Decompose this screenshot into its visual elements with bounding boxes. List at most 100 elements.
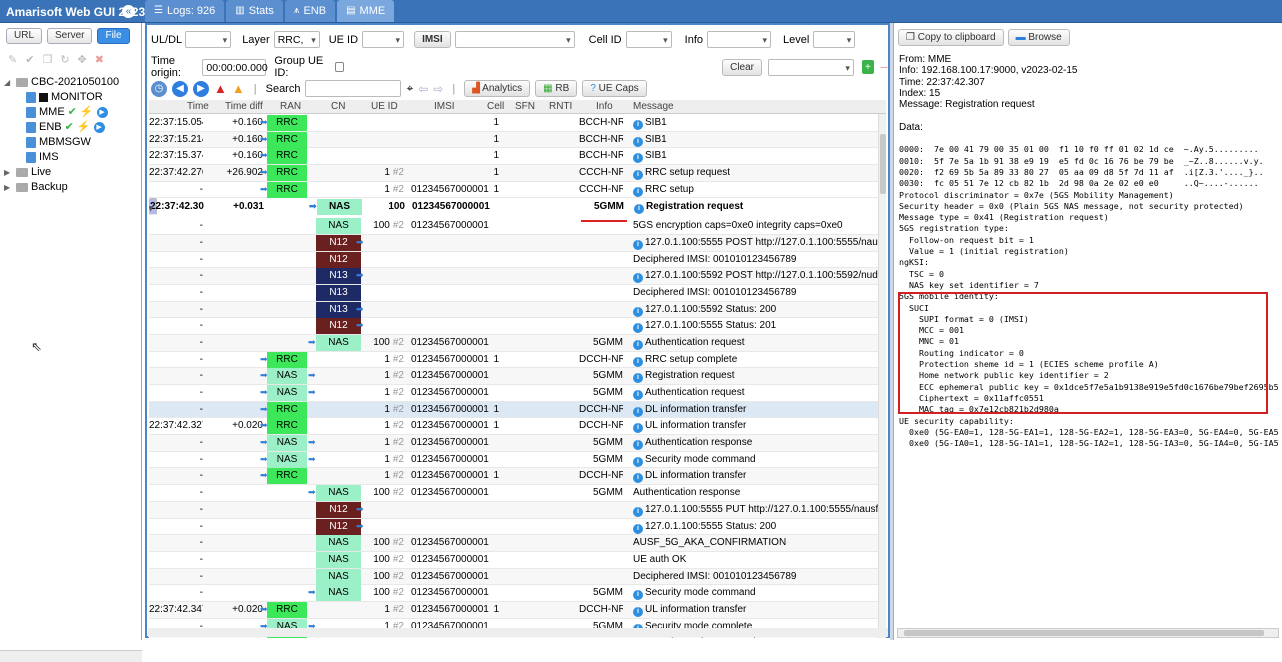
imsi-button[interactable]: IMSI [414,31,451,48]
tab-mme[interactable]: ▤ MME [337,0,395,22]
search-input[interactable] [305,80,402,97]
ueid-select[interactable] [362,31,405,48]
table-row[interactable]: - NAS ➡ 100 #2 01234567000001 5GMM i Security mo… [149,585,886,602]
time-origin-input[interactable]: 00:00:00.000 [202,58,268,76]
table-row[interactable]: - N12 ➡ i 127.0.1.100:5555 PUT http://127.0.… [149,501,886,519]
info-icon[interactable]: i [633,356,643,367]
info-icon[interactable]: i [633,506,643,517]
table-row[interactable]: 22:37:15.054 +0.160 RRC ➡ 1 BCCH-NR i SIB1 [149,115,886,132]
play-icon[interactable]: ▶ [96,107,108,118]
table-row[interactable]: - NAS ➡ ➡ 1 #2 01234567000001 5GMM i Authenticati… [149,385,886,402]
copy-to-clipboard-button[interactable]: ❐ Copy to clipboard [898,29,1004,46]
info-icon[interactable]: i [633,390,643,400]
table-row[interactable]: - NAS 100 #2 01234567000001 AUSF_5G_AKA_CONFI… [149,535,886,552]
binoculars-icon[interactable]: ⌖ [406,81,413,96]
info-icon[interactable]: i [633,523,643,534]
layer-select[interactable]: RRC, [273,31,320,48]
sidebar-scrollbar[interactable] [0,650,142,662]
table-row[interactable]: 22:37:42.307 +0.031 NAS ➡ 100 01234567000001 5… [149,198,743,216]
table-row[interactable]: - NAS 100 #2 01234567000001 5GS encryption ca… [149,218,886,235]
info-icon[interactable]: i [633,323,643,334]
file-button[interactable]: File [97,28,130,44]
error-warning-icon[interactable]: ▲ [214,81,227,96]
table-row[interactable]: - NAS 100 #2 01234567000001 Deciphered IMSI: … [149,568,886,586]
info-icon[interactable]: i [633,273,643,284]
info-select[interactable] [707,31,771,48]
search-prev-icon[interactable]: ⇦ [418,82,428,96]
table-row[interactable]: - N12 ➡ i 127.0.1.100:5555 Status: 200 [149,518,886,536]
collapsed-arrow-icon[interactable]: ▶ [4,180,13,195]
url-button[interactable]: URL [6,28,43,44]
tree-node-ims[interactable]: IMS [4,150,119,165]
info-icon[interactable]: i [633,136,643,147]
tree-node-mme[interactable]: MME ✔ ⚡ ▶ [4,105,119,120]
info-icon[interactable]: i [633,456,643,467]
col-ue-id[interactable]: UE ID [371,101,398,112]
table-row[interactable]: - RRC ➡ 1 #2 01234567000001 1 DCCH-NR i DL inform… [149,468,886,486]
cellid-select[interactable] [625,31,672,48]
table-row[interactable]: - NAS 100 #2 01234567000001 UE auth OK [149,551,886,569]
clock-icon[interactable]: ◷ [151,80,167,97]
refresh-icon[interactable]: ↻ [60,53,69,66]
table-row[interactable]: - NAS ➡ ➡ 1 #2 01234567000001 5GMM i Registration… [149,368,886,385]
expanded-arrow-icon[interactable]: ◢ [4,75,13,90]
info-icon[interactable]: i [633,120,643,130]
imsi-select[interactable] [454,31,575,48]
info-icon[interactable]: i [633,423,643,434]
table-row[interactable]: - NAS ➡ ➡ 1 #2 01234567000001 5GMM i Authenticati… [149,435,886,452]
info-icon[interactable]: i [633,406,643,417]
warning-icon[interactable]: ▲ [232,81,245,96]
server-button[interactable]: Server [47,28,93,44]
table-row[interactable]: 22:37:42.327 +0.020 RRC ➡ 1 #2 01234567000001 1… [149,418,886,436]
info-icon[interactable]: i [633,306,643,317]
analytics-button[interactable]: ▟ Analytics [464,80,531,97]
info-icon[interactable]: i [633,186,643,197]
tree-node-cbc[interactable]: ◢ CBC-2021050100 [4,75,119,90]
col-info[interactable]: Info [596,101,613,112]
table-row[interactable]: - N12 ➡ i 127.0.1.100:5555 Status: 201 [149,318,886,335]
tab-enb[interactable]: ⩚ ENB [284,0,336,22]
table-row[interactable]: - N12 Deciphered IMSI: 001010123456789 [149,251,886,269]
table-row[interactable]: 22:37:15.374 +0.160 RRC ➡ 1 BCCH-NR i SIB1 [149,148,886,166]
info-icon[interactable]: i [633,339,643,350]
col-cn[interactable]: CN [331,101,345,112]
collapsed-arrow-icon[interactable]: ▶ [4,165,13,180]
table-row[interactable]: 22:37:15.214 +0.160 RRC ➡ 1 BCCH-NR i SIB1 [149,131,886,149]
table-row[interactable]: - N12 ➡ i 127.0.1.100:5555 POST http://127.0… [149,234,886,252]
col-sfn[interactable]: SFN [515,101,535,112]
browse-button[interactable]: ▬ Browse [1007,29,1070,46]
info-icon[interactable]: i [633,239,643,250]
scrollbar-thumb[interactable] [904,630,1264,636]
info-icon[interactable]: i [633,170,643,181]
move-icon[interactable]: ✥ [78,53,87,66]
info-icon[interactable]: i [633,473,643,484]
add-icon[interactable]: + [861,60,874,74]
table-scrollbar[interactable] [878,114,886,638]
col-message[interactable]: Message [633,101,674,112]
info-icon[interactable]: i [633,373,643,384]
info-icon[interactable]: i [633,440,643,451]
table-row[interactable]: 22:37:42.276 +26.902 RRC ➡ 1 #2 1 CCCH-NR i RRC s… [149,165,886,182]
table-row[interactable]: - N13 ➡ i 127.0.1.100:5592 Status: 200 [149,301,886,319]
uecaps-button[interactable]: ? UE Caps [582,80,647,97]
col-ran[interactable]: RAN [280,101,301,112]
tree-node-enb[interactable]: ENB ✔ ⚡ ▶ [4,120,119,135]
play-icon[interactable]: ▶ [93,122,105,133]
table-row[interactable]: - RRC ➡ 1 #2 01234567000001 1 DCCH-NR i DL inform… [149,401,886,419]
edit-icon[interactable]: ✎ [8,53,17,66]
info-icon[interactable]: i [633,153,643,164]
remove-icon[interactable]: − [880,59,888,75]
col-time-diff[interactable]: Time diff [225,101,263,112]
preset-select[interactable] [768,58,854,76]
col-imsi[interactable]: IMSI [434,101,455,112]
clear-button[interactable]: Clear [722,58,762,76]
rb-button[interactable]: ▦ RB [535,80,578,97]
search-next-icon[interactable]: ⇨ [433,82,443,96]
table-row[interactable]: - NAS➡ ➡ 1#2 01234567000001 5GMM iSecurity mod… [149,451,886,469]
tree-node-mbmsgw[interactable]: MBMSGW [4,135,119,150]
copy-icon[interactable]: ❐ [42,53,52,66]
scrollbar-thumb[interactable] [880,134,886,194]
next-icon[interactable]: ▶ [193,80,209,97]
table-row[interactable]: 22:37:42.347 +0.020 RRC ➡ 1 #2 01234567000001 1… [149,601,886,619]
delete-icon[interactable]: ✖ [95,53,104,66]
